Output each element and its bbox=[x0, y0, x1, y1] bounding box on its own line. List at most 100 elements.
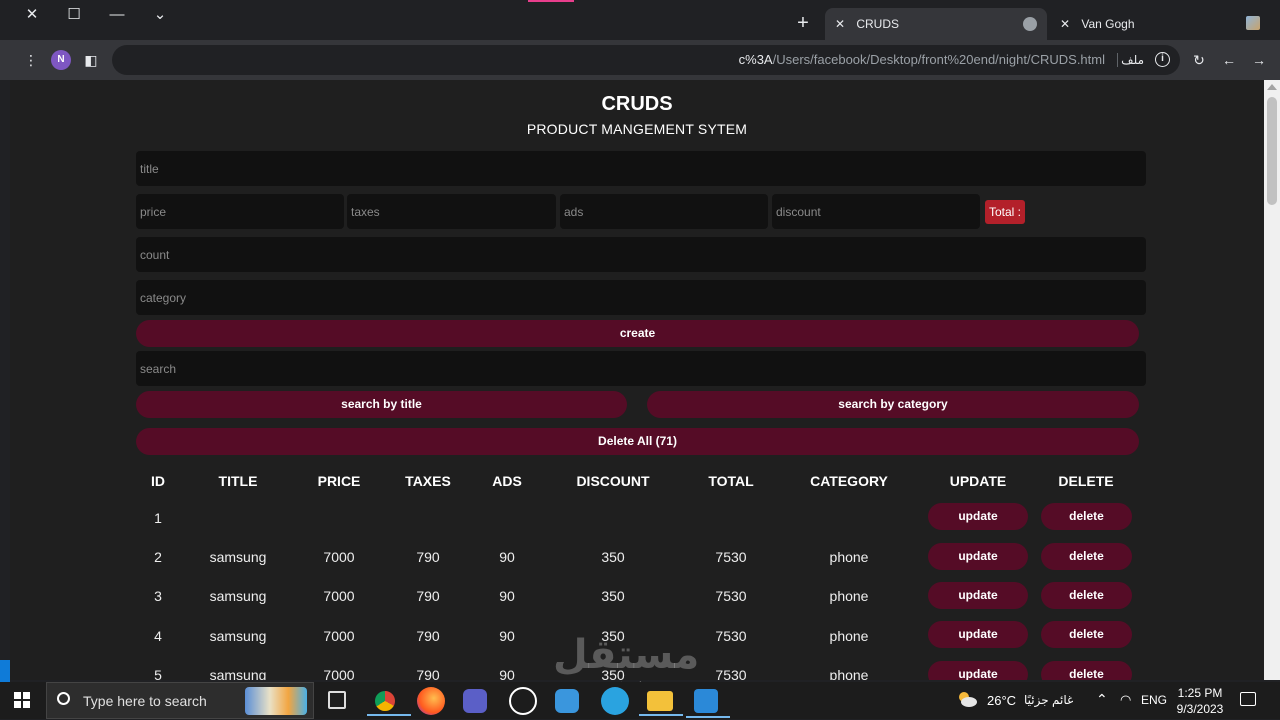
whatsapp-icon[interactable] bbox=[509, 687, 537, 715]
update-button[interactable]: update bbox=[928, 661, 1028, 680]
column-header-update: UPDATE bbox=[949, 473, 1007, 489]
url-host: c%3A bbox=[738, 52, 773, 67]
cell-ads: 90 bbox=[499, 549, 515, 565]
update-app-icon[interactable] bbox=[555, 689, 579, 713]
count-input[interactable] bbox=[136, 237, 1146, 272]
taskbar-search-placeholder: Type here to search bbox=[83, 693, 207, 709]
column-header-delete: DELETE bbox=[1058, 473, 1114, 489]
wifi-icon[interactable]: ◠ bbox=[1120, 692, 1131, 708]
cell-title: samsung bbox=[209, 667, 267, 680]
column-header-id: ID bbox=[151, 473, 165, 489]
teams-icon[interactable] bbox=[463, 689, 487, 713]
delete-button[interactable]: delete bbox=[1041, 503, 1132, 530]
weather-partly-cloudy-icon[interactable] bbox=[956, 689, 978, 709]
info-icon[interactable]: i bbox=[1155, 52, 1170, 67]
cell-title: samsung bbox=[209, 588, 267, 604]
column-header-category: CATEGORY bbox=[810, 473, 888, 489]
update-button[interactable]: update bbox=[928, 621, 1028, 648]
create-button[interactable]: create bbox=[136, 320, 1139, 347]
task-view-icon[interactable] bbox=[328, 691, 346, 709]
page-subtitle: PRODUCT MANGEMENT SYTEM bbox=[526, 121, 748, 137]
delete-button[interactable]: delete bbox=[1041, 543, 1132, 570]
url-text: c%3A/Users/facebook/Desktop/front%20end/… bbox=[739, 45, 1105, 75]
temperature-label: 26°C bbox=[987, 693, 1017, 708]
minimize-window-icon[interactable]: — bbox=[97, 4, 137, 26]
back-arrow-icon[interactable]: ← bbox=[1219, 50, 1239, 70]
search-by-title-button[interactable]: search by title bbox=[136, 391, 627, 418]
new-tab-button[interactable]: + bbox=[790, 11, 816, 37]
price-input[interactable] bbox=[136, 194, 344, 229]
cell-category: phone bbox=[829, 588, 869, 604]
page-scrollbar[interactable] bbox=[1264, 80, 1280, 680]
search-input[interactable] bbox=[136, 351, 1146, 386]
cell-id: 2 bbox=[154, 549, 162, 565]
close-tab-icon[interactable]: ✕ bbox=[835, 8, 849, 40]
cell-taxes: 790 bbox=[416, 667, 440, 680]
sidebar-toggle-icon[interactable]: ◧ bbox=[81, 50, 101, 70]
forward-arrow-icon[interactable]: → bbox=[1249, 50, 1269, 70]
cell-title: samsung bbox=[209, 549, 267, 565]
update-button[interactable]: update bbox=[928, 582, 1028, 609]
profile-avatar[interactable]: N bbox=[51, 50, 71, 70]
vscode-icon[interactable] bbox=[686, 689, 730, 718]
taxes-input[interactable] bbox=[347, 194, 556, 229]
delete-button[interactable]: delete bbox=[1041, 661, 1132, 680]
weather-label: غائم جزئيًا bbox=[1024, 693, 1074, 707]
menu-dots-icon[interactable]: ⋮ bbox=[21, 50, 41, 70]
tab-accent-bar bbox=[528, 0, 574, 2]
clock-time: 1:25 PM bbox=[1177, 686, 1223, 700]
firefox-icon[interactable] bbox=[417, 687, 445, 715]
cell-ads: 90 bbox=[499, 628, 515, 644]
cell-total: 7530 bbox=[715, 667, 747, 680]
watermark-logo: مستقل bbox=[553, 633, 700, 677]
delete-button[interactable]: delete bbox=[1041, 621, 1132, 648]
taskbar-search[interactable]: Type here to search bbox=[46, 682, 314, 719]
address-bar[interactable]: c%3A/Users/facebook/Desktop/front%20end/… bbox=[112, 45, 1180, 75]
page-title: CRUDS bbox=[601, 93, 673, 115]
tab-cruds[interactable]: ✕ CRUDS bbox=[825, 8, 1047, 40]
divider bbox=[1117, 53, 1118, 67]
cell-taxes: 790 bbox=[416, 549, 440, 565]
scroll-up-arrow-icon[interactable] bbox=[1267, 84, 1277, 90]
telegram-icon[interactable] bbox=[601, 687, 629, 715]
clock-date: 9/3/2023 bbox=[1176, 702, 1224, 716]
taskbar-clock[interactable]: 1:25 PM 9/3/2023 bbox=[1172, 685, 1228, 717]
chrome-icon[interactable] bbox=[367, 687, 411, 716]
chevron-down-icon[interactable]: ⌄ bbox=[140, 4, 180, 26]
edge-strip bbox=[0, 660, 10, 682]
column-header-discount: DISCOUNT bbox=[576, 473, 650, 489]
site-info-label: ملف bbox=[1121, 53, 1144, 67]
close-tab-icon[interactable]: ✕ bbox=[1060, 8, 1074, 40]
cell-ads: 90 bbox=[499, 588, 515, 604]
cell-discount: 350 bbox=[601, 588, 625, 604]
search-by-category-button[interactable]: search by category bbox=[647, 391, 1139, 418]
cell-id: 3 bbox=[154, 588, 162, 604]
scroll-thumb[interactable] bbox=[1267, 97, 1277, 205]
reload-icon[interactable]: ↻ bbox=[1189, 50, 1209, 70]
notifications-icon[interactable] bbox=[1240, 692, 1256, 706]
windows-start-icon[interactable] bbox=[14, 692, 30, 708]
update-button[interactable]: update bbox=[928, 543, 1028, 570]
tab-label: CRUDS bbox=[856, 17, 900, 31]
title-input[interactable] bbox=[136, 151, 1146, 186]
maximize-window-icon[interactable]: ☐ bbox=[54, 4, 94, 26]
delete-all-button[interactable]: Delete All (71) bbox=[136, 428, 1139, 455]
update-button[interactable]: update bbox=[928, 503, 1028, 530]
close-window-icon[interactable]: ✕ bbox=[12, 4, 52, 26]
delete-button[interactable]: delete bbox=[1041, 582, 1132, 609]
chevron-up-icon[interactable]: ⌃ bbox=[1096, 691, 1108, 708]
cell-price: 7000 bbox=[323, 667, 355, 680]
ads-input[interactable] bbox=[560, 194, 768, 229]
language-indicator[interactable]: ENG bbox=[1141, 693, 1167, 707]
search-icon bbox=[57, 692, 70, 705]
discount-input[interactable] bbox=[772, 194, 980, 229]
cell-category: phone bbox=[829, 628, 869, 644]
file-explorer-icon[interactable] bbox=[639, 691, 683, 716]
tab-van-gogh[interactable]: ✕ Van Gogh bbox=[1050, 8, 1220, 40]
cell-id: 5 bbox=[154, 667, 162, 680]
column-header-taxes: TAXES bbox=[405, 473, 451, 489]
profile-picture-icon[interactable] bbox=[1246, 16, 1260, 30]
category-input[interactable] bbox=[136, 280, 1146, 315]
column-header-total: TOTAL bbox=[708, 473, 754, 489]
cell-total: 7530 bbox=[715, 549, 747, 565]
